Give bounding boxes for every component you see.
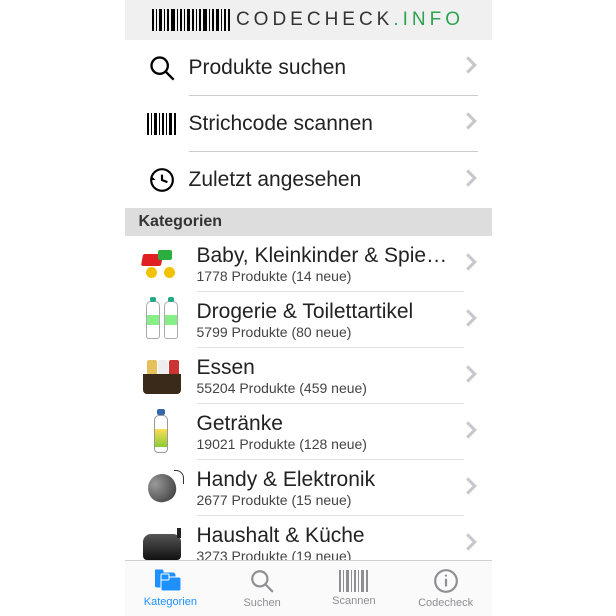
- tab-label: Scannen: [332, 595, 375, 607]
- category-row-drogerie[interactable]: Drogerie & Toilettartikel 5799 Produkte …: [125, 292, 492, 348]
- action-recent[interactable]: Zuletzt angesehen: [125, 152, 492, 208]
- section-header-categories: Kategorien: [125, 208, 492, 236]
- category-thumb: [135, 463, 189, 513]
- category-thumb: [135, 239, 189, 289]
- tabbar: Kategorien Suchen Scannen Codecheck: [125, 560, 492, 616]
- tab-kategorien[interactable]: Kategorien: [125, 561, 217, 616]
- action-scan[interactable]: Strichcode scannen: [125, 96, 492, 152]
- category-title: Drogerie & Toilettartikel: [197, 300, 460, 324]
- app-header: CODECHECK.INFO: [125, 0, 492, 40]
- category-subtitle: 1778 Produkte (14 neue): [197, 268, 460, 284]
- chevron-right-icon: [464, 168, 478, 193]
- search-icon: [139, 54, 185, 82]
- action-label: Produkte suchen: [189, 56, 347, 80]
- logo-text: CODECHECK.INFO: [236, 9, 464, 31]
- barcode-logo-icon: [152, 9, 230, 31]
- info-icon: [433, 568, 459, 594]
- chevron-right-icon: [464, 308, 478, 333]
- category-title: Getränke: [197, 412, 460, 436]
- category-subtitle: 2677 Produkte (15 neue): [197, 492, 460, 508]
- action-search[interactable]: Produkte suchen: [125, 40, 492, 96]
- search-icon: [249, 568, 275, 594]
- chevron-right-icon: [464, 420, 478, 445]
- history-icon: [139, 167, 185, 193]
- category-row-baby[interactable]: Baby, Kleinkinder & Spie… 1778 Produkte …: [125, 236, 492, 292]
- tab-label: Codecheck: [418, 597, 473, 609]
- tab-suchen[interactable]: Suchen: [216, 561, 308, 616]
- chevron-right-icon: [464, 111, 478, 136]
- category-subtitle: 55204 Produkte (459 neue): [197, 380, 460, 396]
- category-row-essen[interactable]: Essen 55204 Produkte (459 neue): [125, 348, 492, 404]
- category-subtitle: 5799 Produkte (80 neue): [197, 324, 460, 340]
- tab-codecheck[interactable]: Codecheck: [400, 561, 492, 616]
- chevron-right-icon: [464, 55, 478, 80]
- category-subtitle: 3273 Produkte (19 neue): [197, 548, 460, 560]
- barcode-icon: [339, 570, 369, 592]
- tab-scannen[interactable]: Scannen: [308, 561, 400, 616]
- folder-icon: [155, 569, 185, 593]
- tab-label: Suchen: [243, 597, 280, 609]
- action-label: Zuletzt angesehen: [189, 168, 362, 192]
- app-root: CODECHECK.INFO Produkte suchen: [125, 0, 492, 616]
- category-subtitle: 19021 Produkte (128 neue): [197, 436, 460, 452]
- chevron-right-icon: [464, 476, 478, 501]
- category-thumb: [135, 407, 189, 457]
- category-row-handy[interactable]: Handy & Elektronik 2677 Produkte (15 neu…: [125, 460, 492, 516]
- category-title: Haushalt & Küche: [197, 524, 460, 548]
- category-title: Baby, Kleinkinder & Spie…: [197, 244, 460, 268]
- logo-word: CODECHECK: [236, 9, 393, 30]
- category-title: Handy & Elektronik: [197, 468, 460, 492]
- chevron-right-icon: [464, 364, 478, 389]
- barcode-icon: [139, 113, 185, 135]
- chevron-right-icon: [464, 252, 478, 277]
- category-title: Essen: [197, 356, 460, 380]
- tab-label: Kategorien: [144, 596, 197, 608]
- chevron-right-icon: [464, 532, 478, 557]
- category-thumb: [135, 351, 189, 401]
- action-label: Strichcode scannen: [189, 112, 373, 136]
- category-thumb: [135, 295, 189, 345]
- logo-dot: .: [393, 9, 402, 30]
- logo-suffix: INFO: [403, 9, 464, 30]
- content: Produkte suchen Strichcode scannen: [125, 40, 492, 560]
- category-row-getraenke[interactable]: Getränke 19021 Produkte (128 neue): [125, 404, 492, 460]
- category-thumb: [135, 519, 189, 560]
- category-row-haushalt[interactable]: Haushalt & Küche 3273 Produkte (19 neue): [125, 516, 492, 560]
